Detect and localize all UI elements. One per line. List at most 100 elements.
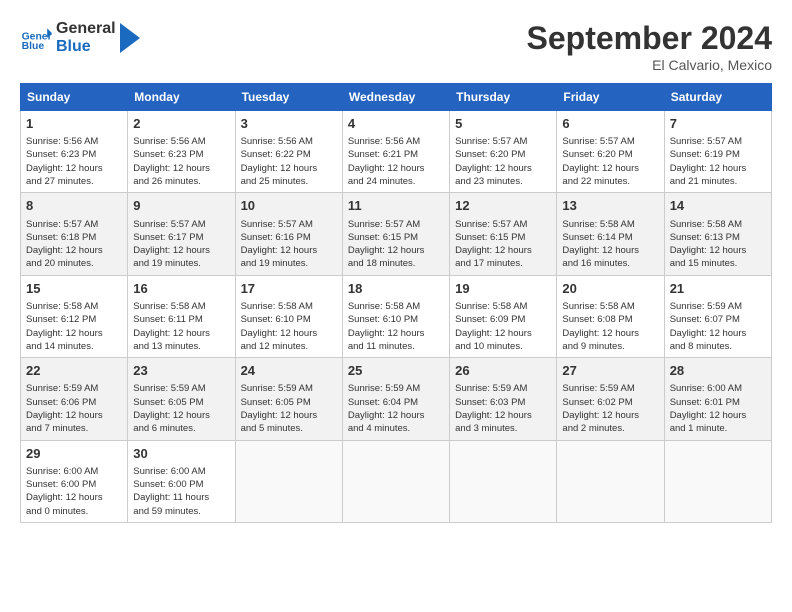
day-number: 28 [670,362,766,380]
day-info: Sunset: 6:00 PM [133,478,229,491]
week-row-1: 1Sunrise: 5:56 AMSunset: 6:23 PMDaylight… [21,111,772,193]
day-info: Sunrise: 5:59 AM [562,382,658,395]
calendar-header-row: SundayMondayTuesdayWednesdayThursdayFrid… [21,84,772,111]
day-number: 17 [241,280,337,298]
day-info: Sunrise: 6:00 AM [133,465,229,478]
day-info: Sunset: 6:06 PM [26,396,122,409]
week-row-4: 22Sunrise: 5:59 AMSunset: 6:06 PMDayligh… [21,358,772,440]
day-info: Daylight: 12 hours [133,409,229,422]
calendar-cell: 20Sunrise: 5:58 AMSunset: 6:08 PMDayligh… [557,275,664,357]
day-info: and 10 minutes. [455,340,551,353]
day-info: Daylight: 12 hours [26,409,122,422]
day-info: and 22 minutes. [562,175,658,188]
day-info: Sunrise: 5:58 AM [241,300,337,313]
day-number: 6 [562,115,658,133]
day-info: Daylight: 12 hours [455,244,551,257]
col-header-monday: Monday [128,84,235,111]
calendar-cell: 13Sunrise: 5:58 AMSunset: 6:14 PMDayligh… [557,193,664,275]
day-info: Sunset: 6:05 PM [133,396,229,409]
calendar-cell: 27Sunrise: 5:59 AMSunset: 6:02 PMDayligh… [557,358,664,440]
week-row-5: 29Sunrise: 6:00 AMSunset: 6:00 PMDayligh… [21,440,772,522]
day-info: Daylight: 12 hours [562,244,658,257]
day-info: Sunset: 6:19 PM [670,148,766,161]
day-info: Sunrise: 5:57 AM [670,135,766,148]
calendar-cell: 23Sunrise: 5:59 AMSunset: 6:05 PMDayligh… [128,358,235,440]
calendar-cell: 11Sunrise: 5:57 AMSunset: 6:15 PMDayligh… [342,193,449,275]
location-title: El Calvario, Mexico [527,57,772,73]
day-info: Daylight: 12 hours [241,162,337,175]
day-number: 22 [26,362,122,380]
logo-arrow-icon [120,23,140,53]
day-info: Daylight: 12 hours [133,327,229,340]
calendar-cell: 10Sunrise: 5:57 AMSunset: 6:16 PMDayligh… [235,193,342,275]
calendar-cell: 8Sunrise: 5:57 AMSunset: 6:18 PMDaylight… [21,193,128,275]
calendar-cell: 22Sunrise: 5:59 AMSunset: 6:06 PMDayligh… [21,358,128,440]
day-info: and 21 minutes. [670,175,766,188]
day-info: and 11 minutes. [348,340,444,353]
day-info: and 23 minutes. [455,175,551,188]
day-info: Daylight: 12 hours [26,162,122,175]
day-info: and 27 minutes. [26,175,122,188]
day-info: Sunrise: 5:58 AM [562,300,658,313]
day-info: Sunset: 6:11 PM [133,313,229,326]
day-number: 27 [562,362,658,380]
day-info: Daylight: 12 hours [562,327,658,340]
day-info: Daylight: 12 hours [241,409,337,422]
day-info: Sunset: 6:07 PM [670,313,766,326]
day-info: Sunrise: 5:58 AM [133,300,229,313]
day-info: Daylight: 12 hours [670,162,766,175]
day-info: and 4 minutes. [348,422,444,435]
calendar-cell [235,440,342,522]
week-row-3: 15Sunrise: 5:58 AMSunset: 6:12 PMDayligh… [21,275,772,357]
day-info: Sunrise: 5:57 AM [26,218,122,231]
day-info: Daylight: 12 hours [26,491,122,504]
day-number: 3 [241,115,337,133]
day-info: Sunset: 6:04 PM [348,396,444,409]
day-info: Sunset: 6:14 PM [562,231,658,244]
calendar-cell: 2Sunrise: 5:56 AMSunset: 6:23 PMDaylight… [128,111,235,193]
day-info: Sunset: 6:22 PM [241,148,337,161]
calendar-cell: 21Sunrise: 5:59 AMSunset: 6:07 PMDayligh… [664,275,771,357]
calendar-cell: 30Sunrise: 6:00 AMSunset: 6:00 PMDayligh… [128,440,235,522]
day-info: Daylight: 12 hours [241,327,337,340]
day-info: Daylight: 12 hours [670,409,766,422]
day-info: Sunset: 6:18 PM [26,231,122,244]
day-info: and 59 minutes. [133,505,229,518]
day-info: Sunset: 6:21 PM [348,148,444,161]
logo-blue: Blue [56,38,116,56]
calendar-cell: 4Sunrise: 5:56 AMSunset: 6:21 PMDaylight… [342,111,449,193]
day-info: Daylight: 12 hours [670,244,766,257]
day-info: Daylight: 12 hours [26,327,122,340]
col-header-thursday: Thursday [450,84,557,111]
day-number: 30 [133,445,229,463]
day-number: 18 [348,280,444,298]
calendar-cell [450,440,557,522]
calendar-cell: 9Sunrise: 5:57 AMSunset: 6:17 PMDaylight… [128,193,235,275]
day-info: and 2 minutes. [562,422,658,435]
day-info: Sunset: 6:12 PM [26,313,122,326]
calendar-cell: 6Sunrise: 5:57 AMSunset: 6:20 PMDaylight… [557,111,664,193]
day-info: Daylight: 12 hours [348,244,444,257]
day-info: and 6 minutes. [133,422,229,435]
day-info: Sunset: 6:23 PM [26,148,122,161]
day-number: 13 [562,197,658,215]
day-info: Sunrise: 5:57 AM [133,218,229,231]
day-info: Sunrise: 6:00 AM [26,465,122,478]
day-info: Sunset: 6:13 PM [670,231,766,244]
day-info: and 17 minutes. [455,257,551,270]
day-info: Sunrise: 5:56 AM [241,135,337,148]
day-info: Daylight: 12 hours [348,409,444,422]
day-info: and 7 minutes. [26,422,122,435]
day-info: and 20 minutes. [26,257,122,270]
calendar-cell: 5Sunrise: 5:57 AMSunset: 6:20 PMDaylight… [450,111,557,193]
day-number: 2 [133,115,229,133]
day-number: 26 [455,362,551,380]
day-info: Sunset: 6:15 PM [348,231,444,244]
day-info: Sunset: 6:15 PM [455,231,551,244]
calendar-cell: 17Sunrise: 5:58 AMSunset: 6:10 PMDayligh… [235,275,342,357]
day-info: Sunset: 6:01 PM [670,396,766,409]
day-info: and 12 minutes. [241,340,337,353]
day-info: and 25 minutes. [241,175,337,188]
calendar-cell: 3 Sunrise: 5:56 AMSunset: 6:22 PMDaylight… [235,111,342,193]
day-info: and 15 minutes. [670,257,766,270]
